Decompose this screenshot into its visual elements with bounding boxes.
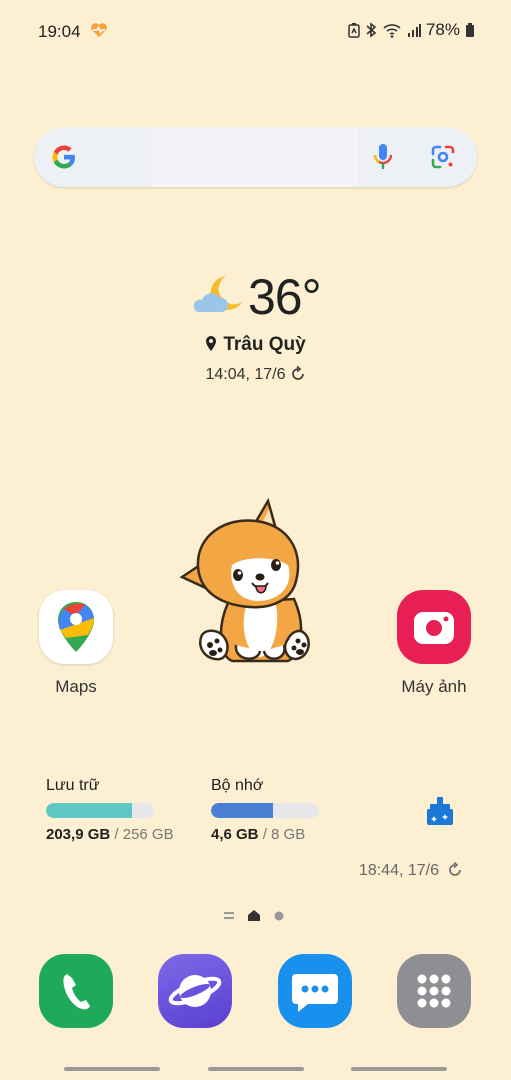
memory-progress-bar	[211, 803, 319, 818]
maps-app-label[interactable]: Maps	[16, 677, 136, 697]
storage-progress-bar	[46, 803, 154, 818]
camera-icon	[414, 612, 454, 644]
refresh-icon[interactable]	[290, 365, 306, 382]
google-search-bar[interactable]	[34, 127, 477, 187]
refresh-icon[interactable]	[447, 861, 463, 878]
page-dot-icon[interactable]	[274, 911, 284, 921]
search-input[interactable]	[152, 127, 358, 187]
back-gesture-hint[interactable]	[351, 1067, 447, 1071]
internet-planet-icon	[168, 975, 222, 1007]
messages-app-icon[interactable]	[278, 954, 352, 1028]
voice-search-mic-icon[interactable]	[372, 142, 394, 177]
weather-updated: 14:04, 17/6	[0, 365, 511, 384]
phone-app-icon[interactable]	[39, 954, 113, 1028]
signal-icon	[407, 22, 421, 38]
health-icon	[90, 22, 108, 43]
google-logo-icon	[50, 143, 78, 176]
storage-update-time: 18:44, 17/6	[358, 862, 439, 879]
battery-percent: 78%	[425, 20, 460, 39]
weather-update-time: 14:04, 17/6	[205, 366, 286, 383]
recent-apps-gesture-hint[interactable]	[64, 1067, 160, 1071]
battery-saver-icon	[348, 22, 360, 38]
status-icons: 78%	[348, 20, 475, 40]
location-name: Trâu Quỳ	[223, 334, 306, 355]
storage-total: / 256 GB	[114, 826, 174, 843]
storage-updated: 18:44, 17/6	[358, 861, 463, 880]
memory-title: Bộ nhớ	[211, 777, 264, 794]
maps-app-icon[interactable]	[39, 590, 113, 664]
messages-icon	[292, 974, 338, 1012]
app-drawer-icon[interactable]	[397, 954, 471, 1028]
memory-used: 4,6 GB	[211, 826, 259, 843]
status-clock: 19:04	[38, 22, 81, 41]
battery-icon	[465, 22, 475, 38]
google-maps-icon	[58, 602, 94, 652]
temperature[interactable]: 36°	[248, 268, 322, 326]
location-pin-icon	[206, 336, 217, 351]
memory-value: 4,6 GB / 8 GB	[211, 826, 305, 843]
phone-icon	[63, 974, 90, 1010]
wifi-icon	[382, 22, 402, 38]
google-lens-icon[interactable]	[430, 144, 456, 175]
status-bar: 19:04 78%	[0, 0, 511, 62]
clean-memory-icon[interactable]	[425, 795, 455, 832]
weather-location[interactable]: Trâu Quỳ	[0, 334, 511, 356]
storage-progress-fill	[46, 803, 133, 818]
home-page-icon[interactable]	[248, 910, 260, 921]
camera-app-label[interactable]: Máy ảnh	[374, 677, 494, 697]
grid-icon	[417, 974, 451, 1008]
shiba-dog-sticker	[176, 495, 332, 672]
storage-value: 203,9 GB / 256 GB	[46, 826, 174, 843]
memory-progress-fill	[211, 803, 274, 818]
storage-title: Lưu trữ	[46, 777, 100, 794]
camera-app-icon[interactable]	[397, 590, 471, 664]
storage-used: 203,9 GB	[46, 826, 111, 843]
cloudy-night-weather-icon[interactable]	[190, 272, 246, 323]
internet-app-icon[interactable]	[158, 954, 232, 1028]
bluetooth-icon	[365, 22, 377, 38]
home-gesture-hint[interactable]	[208, 1067, 304, 1071]
memory-total: / 8 GB	[262, 826, 306, 843]
page-indicator[interactable]	[224, 910, 284, 921]
menu-page-icon[interactable]	[224, 911, 234, 920]
